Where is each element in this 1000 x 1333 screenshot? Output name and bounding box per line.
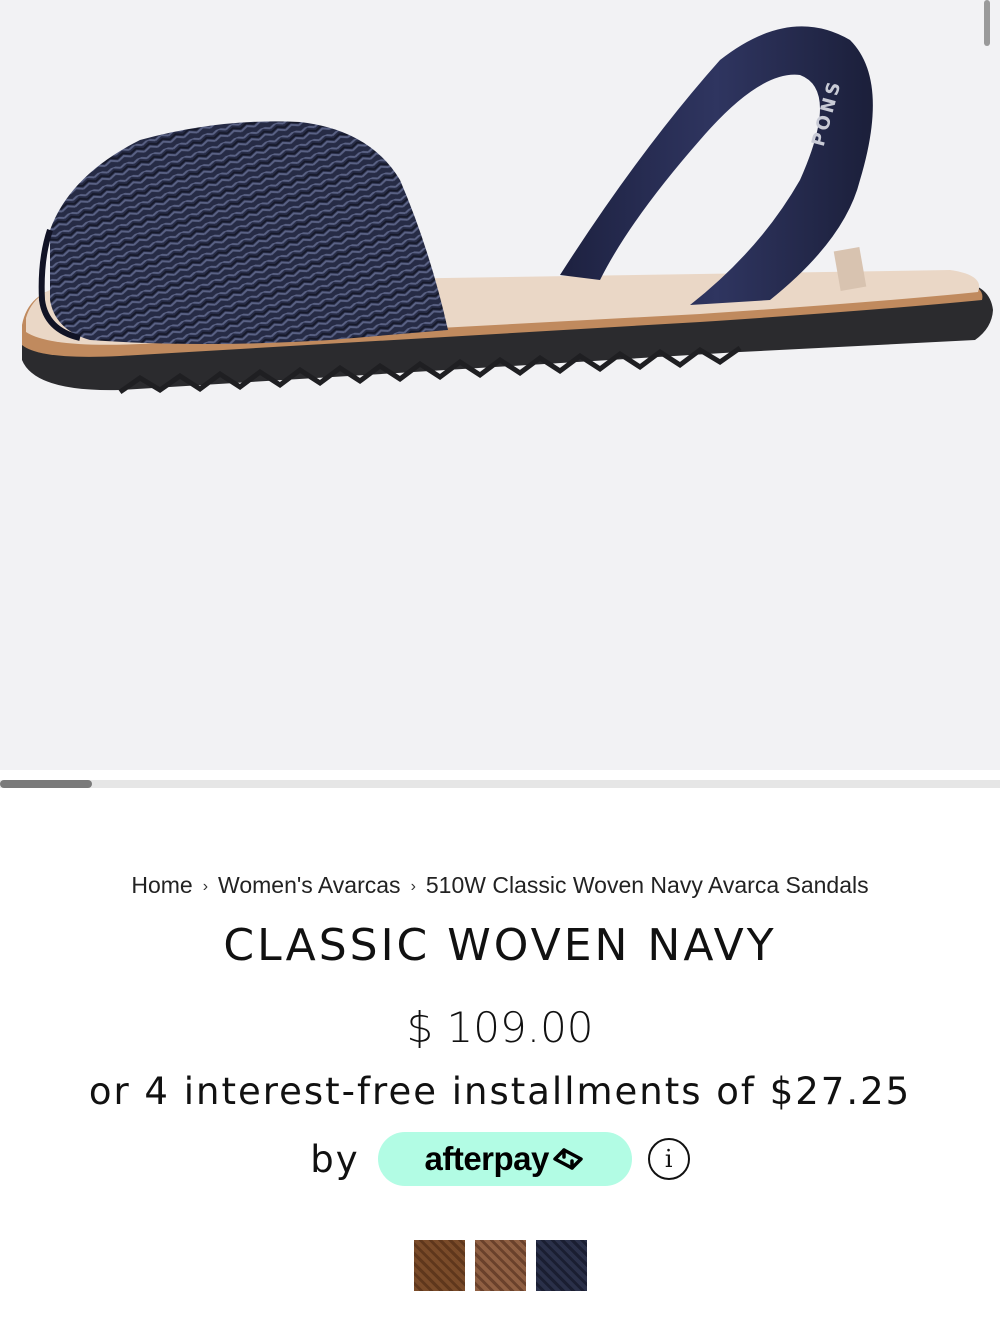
- product-title: CLASSIC WOVEN NAVY: [223, 920, 777, 971]
- installments-text: or 4 interest-free installments of $27.2…: [88, 1070, 912, 1113]
- breadcrumb-womens-avarcas[interactable]: Women's Avarcas: [218, 872, 401, 898]
- breadcrumb-home[interactable]: Home: [131, 872, 192, 898]
- afterpay-row: by afterpay i: [0, 1132, 1000, 1186]
- product-image[interactable]: PONS: [0, 0, 1000, 770]
- swatch-tan[interactable]: [413, 1240, 465, 1291]
- color-swatches: [0, 1238, 1000, 1293]
- breadcrumb-separator: ›: [410, 878, 416, 895]
- breadcrumb-separator: ›: [202, 878, 209, 895]
- swatch-navy[interactable]: [533, 1238, 589, 1293]
- by-text: by: [310, 1137, 360, 1181]
- afterpay-badge[interactable]: afterpay: [377, 1132, 632, 1186]
- info-icon[interactable]: i: [647, 1138, 690, 1180]
- afterpay-arrows-icon: [553, 1148, 583, 1170]
- carousel-scroll-thumb[interactable]: [0, 780, 92, 788]
- breadcrumb-current-product: 510W Classic Woven Navy Avarca Sandals: [425, 872, 869, 898]
- sandal-illustration: PONS: [22, 26, 993, 395]
- image-carousel-scrollbar[interactable]: [0, 780, 1000, 788]
- afterpay-label: afterpay: [424, 1140, 549, 1177]
- swatch-brown[interactable]: [474, 1240, 526, 1291]
- product-price: $ 109.00: [406, 1003, 594, 1052]
- page-scrollbar[interactable]: [984, 0, 990, 46]
- breadcrumb: Home › Women's Avarcas › 510W Classic Woven …: [0, 872, 1000, 899]
